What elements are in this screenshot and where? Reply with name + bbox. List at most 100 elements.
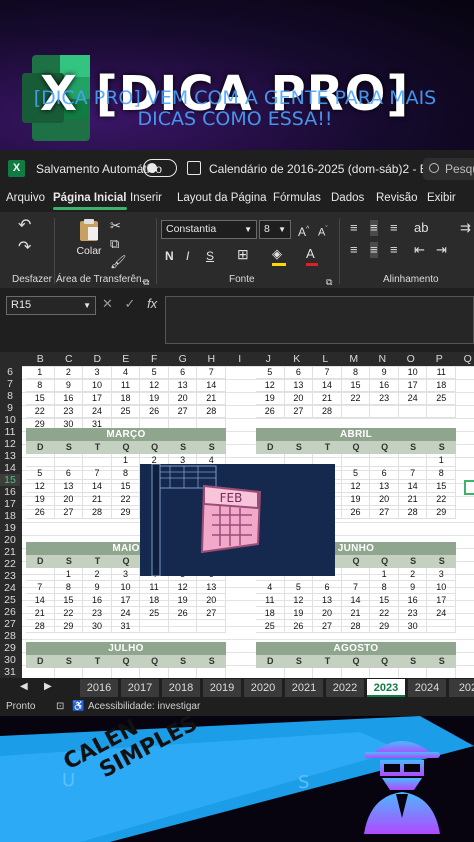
day-cell[interactable]: 16 [54, 392, 84, 405]
outdent-icon[interactable]: ⇥ [436, 242, 447, 258]
day-cell[interactable]: 1 [26, 366, 55, 379]
row-header[interactable]: 12 [0, 438, 20, 450]
row-header[interactable]: 15 [0, 474, 20, 486]
month-title[interactable]: AGOSTO [256, 642, 456, 655]
font-color-icon[interactable]: A [306, 246, 315, 262]
day-cell[interactable] [26, 454, 55, 467]
grow-font-icon[interactable]: A^ [298, 222, 309, 240]
sheet-tab-2021[interactable]: 2021 [285, 679, 323, 697]
weekday-header[interactable]: D [26, 555, 55, 568]
day-cell[interactable] [370, 668, 399, 678]
indent-icon[interactable]: ⇤ [414, 242, 425, 258]
column-header[interactable]: J [254, 353, 283, 365]
align-middle-icon[interactable]: ≡ [370, 220, 378, 236]
day-cell[interactable]: 24 [398, 392, 428, 405]
day-cell[interactable]: 27 [370, 506, 399, 519]
day-cell[interactable]: 20 [313, 607, 342, 620]
day-cell[interactable]: 1 [111, 454, 141, 467]
tab-exibir[interactable]: Exibir [427, 192, 456, 204]
day-cell[interactable]: 28 [398, 506, 428, 519]
day-cell[interactable]: 16 [398, 594, 428, 607]
day-cell[interactable]: 15 [26, 392, 55, 405]
day-cell[interactable]: 15 [370, 594, 399, 607]
weekday-header[interactable]: T [313, 441, 342, 454]
day-cell[interactable] [112, 668, 141, 678]
day-cell[interactable]: 18 [256, 607, 285, 620]
day-cell[interactable]: 26 [168, 607, 198, 620]
day-cell[interactable]: 1 [370, 568, 399, 581]
day-cell[interactable]: 28 [341, 620, 371, 633]
day-cell[interactable]: 27 [54, 506, 84, 519]
weekday-header[interactable]: S [197, 655, 226, 668]
day-cell[interactable]: 25 [140, 607, 169, 620]
weekday-header[interactable]: S [285, 655, 314, 668]
sheet-tab-2018[interactable]: 2018 [162, 679, 200, 697]
day-cell[interactable]: 25 [427, 392, 457, 405]
column-header[interactable]: G [169, 353, 198, 365]
month-title[interactable]: JULHO [26, 642, 226, 655]
sheet-tab-2020[interactable]: 2020 [244, 679, 282, 697]
weekday-header[interactable]: S [427, 555, 456, 568]
weekday-header[interactable]: Q [112, 555, 141, 568]
day-cell[interactable]: 2 [83, 568, 112, 581]
tab-layout[interactable]: Layout da Página [177, 192, 267, 204]
day-cell[interactable]: 23 [398, 607, 428, 620]
day-cell[interactable] [427, 405, 457, 418]
weekday-header[interactable]: Q [370, 441, 399, 454]
column-header[interactable]: D [83, 353, 112, 365]
underline-button[interactable]: S [206, 248, 214, 264]
day-cell[interactable]: 16 [83, 594, 112, 607]
accessibility-status[interactable]: Acessibilidade: investigar [88, 701, 200, 712]
day-cell[interactable]: 15 [54, 594, 84, 607]
column-header[interactable]: M [340, 353, 369, 365]
day-cell[interactable]: 19 [341, 493, 371, 506]
format-painter-icon[interactable]: 🖌 [110, 254, 127, 270]
weekday-header[interactable]: S [427, 655, 456, 668]
enter-icon[interactable]: ✓ [125, 296, 136, 311]
day-cell[interactable]: 28 [83, 506, 112, 519]
day-cell[interactable] [256, 668, 285, 678]
day-cell[interactable]: 28 [197, 405, 227, 418]
weekday-header[interactable]: S [427, 441, 456, 454]
day-cell[interactable]: 8 [111, 467, 141, 480]
weekday-header[interactable]: S [399, 441, 428, 454]
day-cell[interactable] [140, 668, 169, 678]
redo-icon[interactable]: ↷ [18, 240, 31, 256]
column-header[interactable]: Q [454, 353, 474, 365]
weekday-header[interactable]: S [55, 555, 84, 568]
day-cell[interactable]: 23 [83, 607, 112, 620]
day-cell[interactable]: 8 [26, 379, 55, 392]
weekday-header[interactable]: Q [370, 655, 399, 668]
day-cell[interactable]: 22 [111, 493, 141, 506]
column-header[interactable]: H [197, 353, 226, 365]
weekday-header[interactable]: S [399, 655, 428, 668]
undo-icon[interactable]: ↶ [18, 218, 31, 234]
day-cell[interactable]: 6 [313, 581, 342, 594]
day-cell[interactable] [370, 454, 399, 467]
font-name-select[interactable]: Constantia ▼ [161, 220, 257, 239]
row-header[interactable]: 14 [0, 462, 20, 474]
day-cell[interactable]: 1 [54, 568, 84, 581]
align-top-icon[interactable]: ≡ [350, 220, 358, 236]
day-cell[interactable]: 19 [284, 607, 314, 620]
insert-function-button[interactable]: fx [147, 296, 157, 311]
day-cell[interactable]: 21 [313, 392, 342, 405]
day-cell[interactable]: 2 [398, 568, 428, 581]
day-cell[interactable]: 5 [140, 366, 169, 379]
day-cell[interactable]: 13 [168, 379, 198, 392]
day-cell[interactable]: 22 [54, 607, 84, 620]
bold-button[interactable]: N [165, 248, 174, 264]
day-cell[interactable]: 13 [370, 480, 399, 493]
day-cell[interactable]: 11 [140, 581, 169, 594]
weekday-header[interactable]: Q [342, 555, 371, 568]
row-header[interactable]: 8 [0, 390, 20, 402]
day-cell[interactable]: 27 [197, 607, 227, 620]
day-cell[interactable]: 7 [197, 366, 227, 379]
row-header[interactable]: 18 [0, 510, 20, 522]
day-cell[interactable] [168, 620, 198, 633]
day-cell[interactable]: 8 [341, 366, 371, 379]
month-title[interactable]: ABRIL [256, 428, 456, 441]
day-cell[interactable]: 26 [341, 506, 371, 519]
align-center-icon[interactable]: ≡ [370, 242, 378, 258]
day-cell[interactable]: 14 [83, 480, 112, 493]
